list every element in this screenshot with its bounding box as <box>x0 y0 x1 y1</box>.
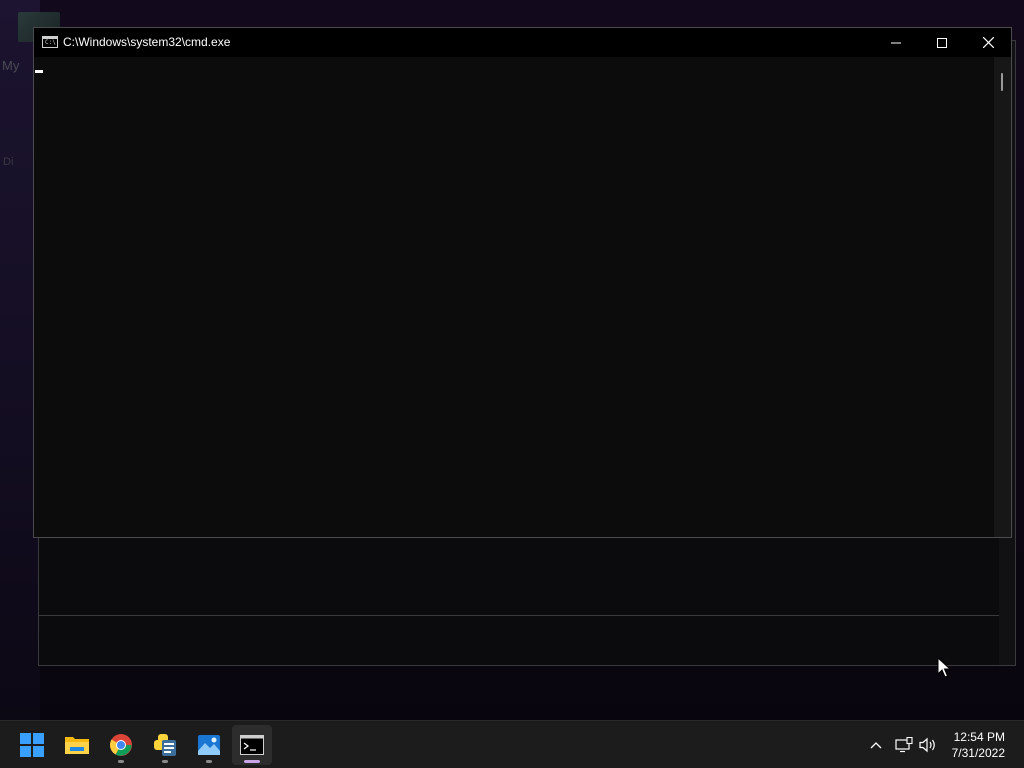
taskbar: 12:54 PM 7/31/2022 <box>0 720 1024 768</box>
speaker-icon <box>919 737 935 753</box>
taskbar-file-explorer[interactable] <box>57 725 97 765</box>
desktop-icon-label: My <box>2 58 20 73</box>
minimize-button[interactable] <box>873 28 919 57</box>
close-button[interactable] <box>965 28 1011 57</box>
running-indicator <box>162 760 168 763</box>
close-icon <box>982 37 994 48</box>
text-cursor <box>35 70 43 73</box>
network-button[interactable] <box>893 721 915 768</box>
running-indicator <box>206 760 212 763</box>
cmd-icon <box>240 735 264 755</box>
network-icon <box>895 737 913 753</box>
windows-start-icon <box>20 733 44 757</box>
minimize-icon <box>891 42 901 43</box>
python-icon <box>154 734 176 756</box>
console-output-area[interactable] <box>34 57 994 537</box>
vertical-scrollbar[interactable] <box>994 57 1011 537</box>
running-indicator <box>118 760 124 763</box>
taskbar-photos[interactable] <box>189 725 229 765</box>
maximize-button[interactable] <box>919 28 965 57</box>
show-hidden-icons-button[interactable] <box>866 721 886 768</box>
start-button[interactable] <box>12 725 52 765</box>
cmd-window: C:\ C:\Windows\system32\cmd.exe <box>33 27 1012 538</box>
taskbar-chrome[interactable] <box>101 725 141 765</box>
active-indicator <box>244 760 260 763</box>
cmd-window-title: C:\Windows\system32\cmd.exe <box>63 35 231 49</box>
taskbar-command-prompt[interactable] <box>232 725 272 765</box>
chevron-up-icon <box>870 742 882 749</box>
clock-date: 7/31/2022 <box>951 746 1005 760</box>
taskbar-python[interactable] <box>145 725 185 765</box>
cmd-window-icon-text: C:\ <box>45 39 56 46</box>
mouse-pointer-icon <box>937 657 951 678</box>
desktop-icon-label-2: Di <box>3 156 14 168</box>
maximize-icon <box>937 37 947 48</box>
cmd-window-icon[interactable]: C:\ <box>42 36 58 48</box>
clock[interactable]: 12:54 PM 7/31/2022 <box>952 729 1005 761</box>
folder-icon <box>65 737 89 754</box>
background-window-divider <box>39 615 1015 616</box>
scrollbar-thumb[interactable] <box>1001 73 1003 91</box>
volume-button[interactable] <box>917 721 939 768</box>
photos-icon <box>198 735 220 755</box>
cmd-titlebar[interactable]: C:\ C:\Windows\system32\cmd.exe <box>34 28 1011 57</box>
chrome-icon <box>110 734 132 756</box>
clock-time: 12:54 PM <box>953 730 1005 744</box>
